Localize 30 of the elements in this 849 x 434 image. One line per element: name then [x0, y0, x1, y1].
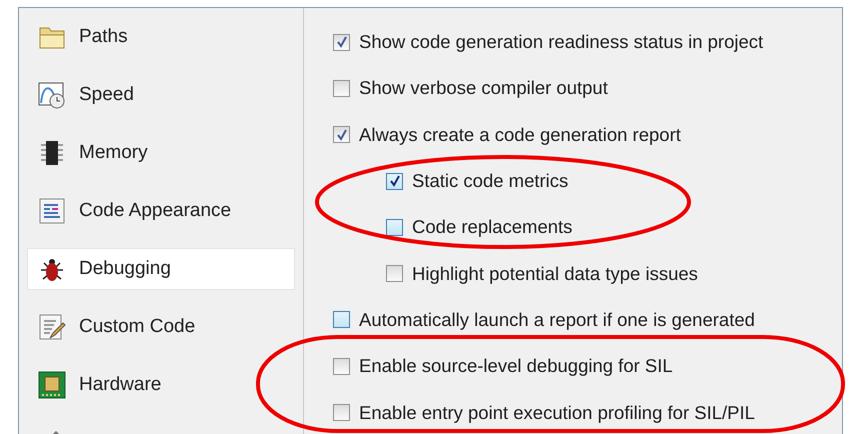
checkbox-label: Highlight potential data type issues: [412, 262, 698, 285]
checkbox-label: Show verbose compiler output: [359, 77, 608, 100]
checkbox-label: Code replacements: [412, 216, 572, 238]
sidebar-item[interactable]: Hardware: [27, 364, 295, 406]
checkbox[interactable]: [333, 358, 350, 375]
checkbox-label: Always create a code generation report: [359, 124, 681, 146]
chart-clock-icon: [38, 81, 66, 109]
sidebar-item[interactable]: Custom Code: [27, 306, 295, 348]
checkbox-label: Static code metrics: [412, 170, 568, 192]
checkbox-label: Show code generation readiness status in project: [359, 31, 764, 54]
checkbox[interactable]: [333, 126, 350, 144]
checkbox[interactable]: [333, 404, 350, 422]
checkbox-label: Enable entry point execution profiling for SIL/PIL: [359, 402, 755, 424]
chip-icon: [38, 139, 66, 167]
sidebar-item[interactable]: Memory: [27, 132, 295, 174]
checkbox[interactable]: [333, 311, 350, 328]
sidebar-item[interactable]: Speed: [27, 74, 295, 116]
document-pencil-icon: [38, 313, 66, 341]
sidebar-item[interactable]: Paths: [27, 16, 295, 58]
checkbox-label: Automatically launch a report if one is generated: [359, 308, 755, 331]
checkbox[interactable]: [386, 265, 403, 282]
text-lines-icon: [38, 197, 66, 225]
checkbox[interactable]: [333, 34, 350, 51]
checkbox[interactable]: [386, 218, 403, 236]
sidebar-item[interactable]: Code Appearance: [27, 190, 295, 232]
circuit-board-icon: [38, 371, 66, 399]
checkbox[interactable]: [333, 80, 350, 97]
checkbox-label: Enable source-level debugging for SIL: [359, 355, 673, 378]
sidebar-item[interactable]: Debugging: [27, 248, 295, 290]
checkbox[interactable]: [386, 172, 403, 190]
